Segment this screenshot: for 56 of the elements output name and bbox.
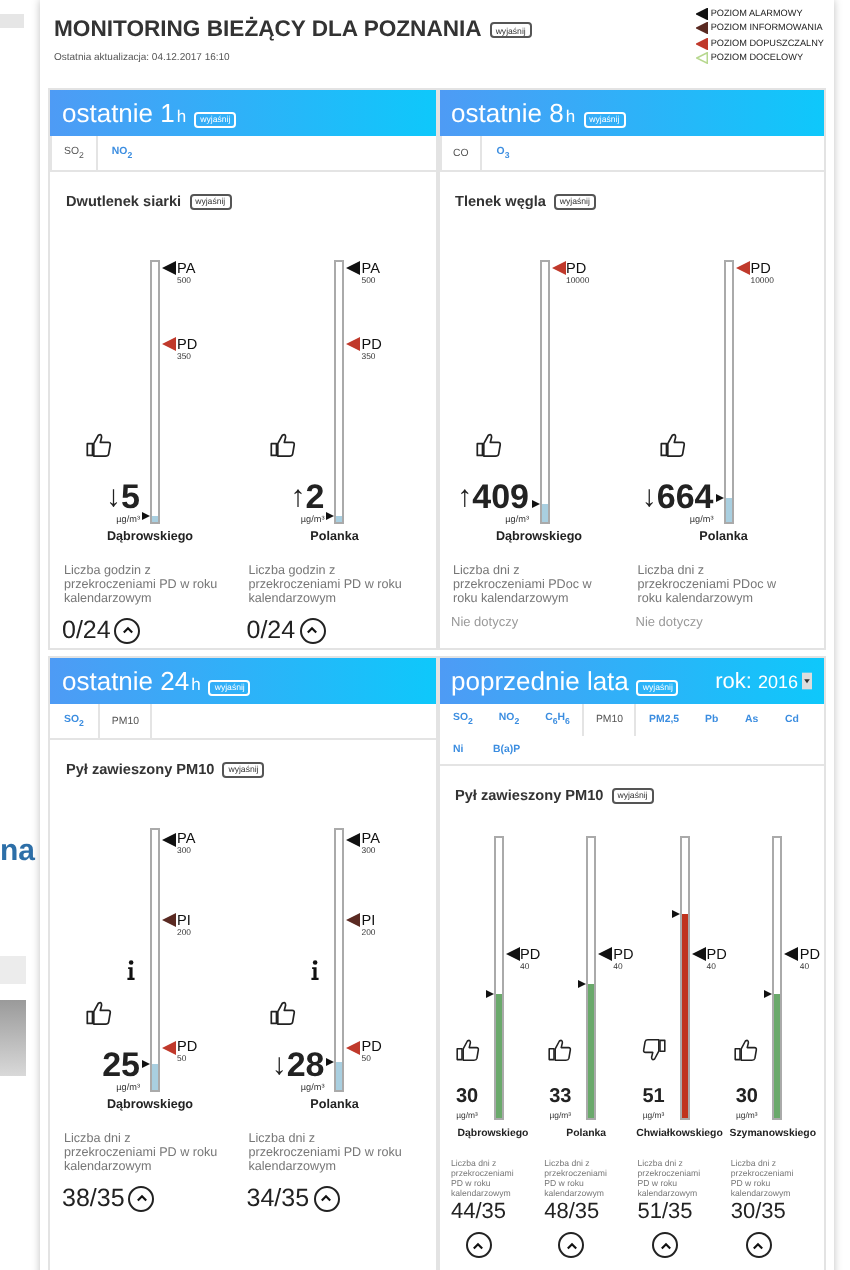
chevron-up-icon <box>752 1241 765 1250</box>
page-bar <box>0 14 24 28</box>
exceedance-count: 48/35 <box>544 1200 600 1225</box>
chevron-up-icon <box>472 1241 485 1250</box>
reading-marker-icon <box>326 1057 335 1066</box>
period-title: ostatnie 8 h <box>451 98 576 128</box>
trend-arrow: ↑ <box>457 482 473 513</box>
reading-value: 25 <box>102 1050 140 1081</box>
chevron-up-icon <box>320 1194 333 1203</box>
expand-button[interactable] <box>114 617 141 644</box>
trend-arrow: ↓ <box>641 482 657 513</box>
chevron-up-icon <box>659 1241 672 1250</box>
dropdown-icon <box>802 672 812 690</box>
reading-value: 664 <box>656 482 714 513</box>
reading-marker-icon <box>326 512 335 521</box>
expand-button[interactable] <box>558 1232 585 1259</box>
period-title: ostatnie 1 h <box>62 98 187 128</box>
period-title: poprzednie lata <box>451 666 629 696</box>
chevron-up-icon <box>121 626 134 635</box>
reading-value: 30 <box>455 1086 479 1109</box>
exceedance-count: 0/24 <box>246 616 296 645</box>
reading-value: 28 <box>286 1050 325 1081</box>
reading-value: 51 <box>642 1086 665 1109</box>
trend-arrow: ↓ <box>271 1050 287 1081</box>
reading-value: 5 <box>121 482 140 513</box>
year-label: rok: <box>715 669 752 693</box>
chevron-up-icon <box>135 1194 148 1203</box>
expand-button[interactable] <box>465 1232 492 1259</box>
reading-marker-icon <box>715 494 724 503</box>
reading-marker-icon <box>671 909 680 918</box>
exceedance-count: 0/24 <box>62 616 111 645</box>
reading-marker-icon <box>578 979 587 988</box>
trend-arrow: ↑ <box>290 482 306 513</box>
expand-button[interactable] <box>745 1232 772 1259</box>
reading-value: 2 <box>305 482 325 513</box>
chevron-up-icon <box>306 626 319 635</box>
expand-button[interactable] <box>652 1232 679 1259</box>
exceedance-count: 44/35 <box>451 1200 507 1225</box>
exceedance-count: 30/35 <box>730 1200 786 1225</box>
reading-value: 409 <box>472 482 529 513</box>
reading-value: 30 <box>735 1086 758 1109</box>
reading-value: 33 <box>549 1086 572 1109</box>
expand-button[interactable] <box>313 1185 340 1212</box>
page-title: MONITORING BIEŻĄCY DLA POZNANIA <box>54 18 482 42</box>
exceedance-count: 34/35 <box>246 1184 310 1213</box>
expand-button[interactable] <box>299 617 326 644</box>
year-select[interactable]: 2016 <box>757 671 812 691</box>
period-title: ostatnie 24h <box>62 666 201 696</box>
trend-arrow: ↓ <box>106 482 122 513</box>
expand-button[interactable] <box>128 1185 155 1212</box>
exceedance-count: 38/35 <box>62 1184 125 1213</box>
page-panel <box>0 1000 26 1076</box>
page-heading-text: na <box>0 836 36 868</box>
chevron-up-icon <box>565 1241 578 1250</box>
exceedance-count: 51/35 <box>637 1200 693 1225</box>
reading-marker-icon <box>764 990 773 999</box>
